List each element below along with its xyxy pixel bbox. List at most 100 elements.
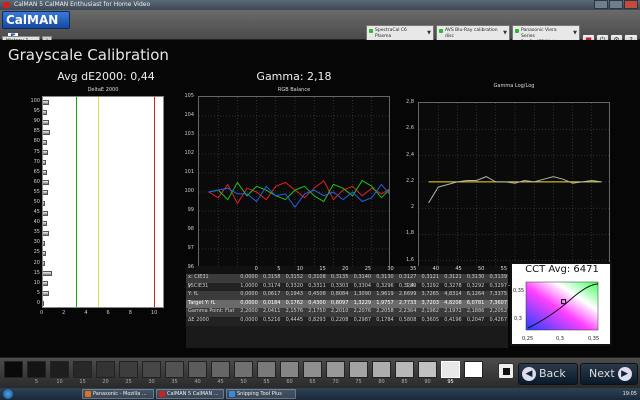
patch-label: 50 xyxy=(240,379,247,385)
patch-label: 45 xyxy=(217,379,224,385)
patch-swatch[interactable] xyxy=(4,361,23,378)
patch-swatch[interactable] xyxy=(326,361,345,378)
de-y-tick: 25 xyxy=(33,249,40,256)
de-y-tick: 80 xyxy=(33,138,40,145)
de-y-tick: 30 xyxy=(33,239,40,246)
stop-measure-button[interactable] xyxy=(498,363,514,379)
calman-window: CalMAN 5 CalMAN Enthusiast for Home Vide… xyxy=(0,0,640,400)
table-column-header: 15 xyxy=(319,266,326,272)
patch-label: 30 xyxy=(148,379,155,385)
table-cell: 7,3607 xyxy=(489,299,508,306)
table-cell: 2,2052 xyxy=(489,308,508,315)
table-cell: 0,4445 xyxy=(285,316,304,323)
patch-swatch[interactable] xyxy=(142,361,161,378)
taskbar-item-calman[interactable]: CalMAN 5 CalMAN ... xyxy=(156,389,224,399)
next-button[interactable]: Next ▶ xyxy=(580,363,638,385)
table-cell: 0,5808 xyxy=(398,316,417,323)
back-button[interactable]: ◀ Back xyxy=(518,363,578,385)
chevron-down-icon: ▼ xyxy=(573,30,577,36)
patch-swatch[interactable] xyxy=(73,361,92,378)
cct-avg-title: CCT Avg: 6471 xyxy=(525,264,599,275)
patch-swatch[interactable] xyxy=(418,361,437,378)
de-bar xyxy=(43,109,47,115)
de-x-tick: 4 xyxy=(84,310,88,316)
table-column-header: 25 xyxy=(364,266,372,272)
de-bar xyxy=(43,180,50,186)
table-cell: 0,3130 xyxy=(376,274,394,280)
start-button[interactable] xyxy=(3,389,13,399)
patch-swatch[interactable] xyxy=(280,361,299,378)
table-cell: 2,0411 xyxy=(262,308,281,315)
workspace: Grayscale Calibration Avg dE2000: 0,44 D… xyxy=(0,40,640,357)
table-cell: 0,0000 xyxy=(240,299,258,306)
patch-label: 5 xyxy=(34,379,39,385)
page-title: Grayscale Calibration xyxy=(8,46,169,64)
table-column-header: 30 xyxy=(387,266,394,272)
rgb-y-tick: 105 xyxy=(184,93,194,99)
patch-label: 20 xyxy=(102,379,109,385)
table-cell: 1,0000 xyxy=(240,282,258,289)
maximize-button[interactable] xyxy=(609,0,623,9)
patch-swatch[interactable] xyxy=(257,361,276,378)
chevron-down-icon: ▼ xyxy=(427,30,431,36)
gamma-y-tick: 1,4 xyxy=(406,283,414,289)
gamma-loglog-plot xyxy=(419,103,609,285)
de-y-tick: 75 xyxy=(33,148,40,155)
gamma-loglog-chart xyxy=(418,102,610,286)
patch-swatch[interactable] xyxy=(395,361,414,378)
patch-swatch[interactable] xyxy=(441,361,460,378)
de-bar xyxy=(43,291,49,297)
patch-label: 15 xyxy=(79,379,86,385)
patch-swatch[interactable] xyxy=(188,361,207,378)
patch-swatch[interactable] xyxy=(234,361,253,378)
table-cell: 0,1943 xyxy=(285,291,304,298)
de-x-tick: 8 xyxy=(128,310,132,316)
patch-swatch[interactable] xyxy=(119,361,138,378)
rgb-balance-plot xyxy=(199,97,389,285)
rgb-y-tick: 100 xyxy=(184,188,194,194)
patch-label: 25 xyxy=(125,379,132,385)
table-row-label: ΔE 2000 xyxy=(188,316,209,323)
patch-swatch[interactable] xyxy=(349,361,368,378)
calman-logo: CalMAN5 xyxy=(2,11,70,44)
status-led-icon xyxy=(515,29,519,33)
cct-x-tick: 0,35 xyxy=(588,336,599,342)
minimize-button[interactable] xyxy=(594,0,608,9)
taskbar-item-snipping[interactable]: Snipping Tool Plus xyxy=(226,389,296,399)
patch-swatch[interactable] xyxy=(165,361,184,378)
table-cell: 0,3296 xyxy=(376,282,394,289)
patch-label: 75 xyxy=(355,379,362,385)
table-column-header: 40 xyxy=(432,266,440,272)
patch-swatch[interactable] xyxy=(464,361,483,378)
patch-swatch[interactable] xyxy=(96,361,115,378)
de-y-tick: 55 xyxy=(33,188,40,195)
patch-swatch[interactable] xyxy=(50,361,69,378)
rgb-y-tick: 104 xyxy=(184,112,194,118)
table-cell: 0,2047 xyxy=(466,316,485,323)
de-bar xyxy=(43,250,47,256)
taskbar-item-firefox[interactable]: Panasonic - Mozilla ... xyxy=(82,389,154,399)
toolbar: CalMAN5 History 1 + SpectraCal C6 Plasma… xyxy=(0,10,640,47)
de-bar xyxy=(43,220,47,226)
de-y-tick: 95 xyxy=(33,108,40,115)
status-led-icon xyxy=(439,29,443,33)
status-led-icon xyxy=(369,29,373,33)
patch-swatch[interactable] xyxy=(372,361,391,378)
patch-swatch[interactable] xyxy=(303,361,322,378)
de-bar xyxy=(43,139,48,145)
patch-label: 35 xyxy=(171,379,178,385)
close-button[interactable] xyxy=(624,0,638,9)
table-cell: 3,7265 xyxy=(421,291,440,298)
table-cell: 0,3152 xyxy=(285,274,304,280)
patch-label: 90 xyxy=(424,379,431,385)
table-cell: 0,0617 xyxy=(262,291,281,298)
table-row: Gamma Point: Flat 2,2000 2,0411 2,1576 2,175… xyxy=(186,308,508,317)
patch-swatch[interactable] xyxy=(27,361,46,378)
patch-swatch[interactable] xyxy=(211,361,230,378)
calman-icon xyxy=(159,391,165,397)
table-header: 0 5 10 15 20 25 30 35 40 45 50 55 xyxy=(186,266,508,274)
table-cell: 0,3158 xyxy=(262,274,281,280)
display-line1: Panasonic Viera Series xyxy=(521,28,557,39)
de-y-tick: 50 xyxy=(33,199,40,205)
gamma-avg-title: Gamma: 2,18 xyxy=(256,70,332,83)
